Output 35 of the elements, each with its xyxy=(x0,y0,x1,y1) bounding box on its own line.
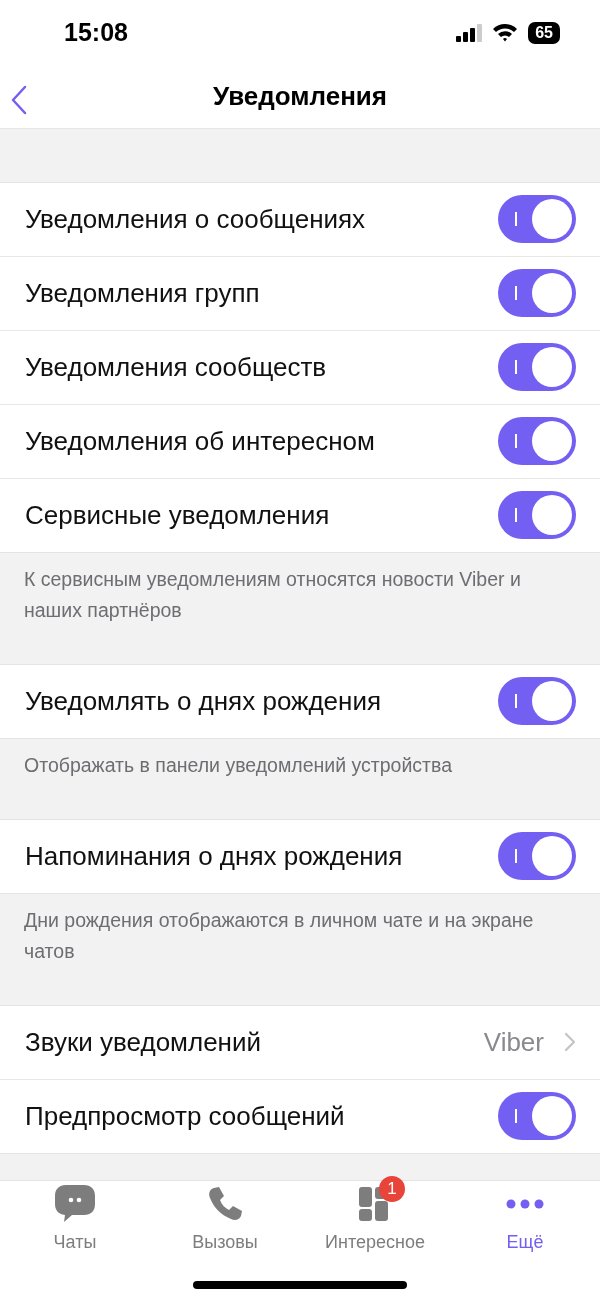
section-footnote: Дни рождения отображаются в личном чате и на экране чатов xyxy=(23,907,535,964)
toggle-switch[interactable] xyxy=(498,491,576,540)
setting-label: Сервисные уведомления xyxy=(25,499,331,531)
toggle-switch[interactable] xyxy=(498,832,576,881)
toggle-switch[interactable] xyxy=(498,343,576,392)
tab-item[interactable]: Ещё xyxy=(450,1180,600,1264)
more-icon xyxy=(506,1199,544,1210)
setting-label: Звуки уведомлений xyxy=(25,1026,263,1058)
back-icon[interactable] xyxy=(10,84,28,115)
section-footnote: К сервисным уведомлениям относятся новости Viber и наших партнёров xyxy=(23,566,522,623)
tab-item[interactable]: Вызовы xyxy=(150,1180,300,1264)
setting-label: Уведомления о сообщениях xyxy=(25,203,367,235)
battery-indicator: 65 xyxy=(528,21,560,44)
toggle-switch[interactable] xyxy=(498,417,576,466)
setting-label: Уведомления сообществ xyxy=(25,351,328,383)
signal-icon xyxy=(456,23,483,42)
toggle-switch[interactable] xyxy=(498,1092,576,1141)
tab-item[interactable]: Чаты xyxy=(0,1180,150,1264)
notification-badge: 1 xyxy=(379,1176,405,1203)
toggle-switch[interactable] xyxy=(498,677,576,726)
chat-bubble-icon xyxy=(54,1184,96,1225)
setting-label: Уведомления об интересном xyxy=(25,425,376,457)
wifi-icon xyxy=(492,23,519,43)
setting-label: Уведомлять о днях рождения xyxy=(25,685,383,717)
toggle-switch[interactable] xyxy=(498,195,576,244)
setting-label: Напоминания о днях рождения xyxy=(25,840,404,872)
setting-label: Предпросмотр сообщений xyxy=(25,1100,346,1132)
phone-icon xyxy=(207,1186,243,1223)
screen-title: Уведомления xyxy=(212,81,388,113)
chevron-icon xyxy=(564,1032,576,1053)
toggle-switch[interactable] xyxy=(498,269,576,318)
setting-value[interactable]: Viber xyxy=(483,1026,544,1058)
status-time: 15:08 xyxy=(64,18,128,48)
setting-label: Уведомления групп xyxy=(25,277,261,309)
section-footnote: Отображать в панели уведомлений устройства xyxy=(23,752,453,778)
